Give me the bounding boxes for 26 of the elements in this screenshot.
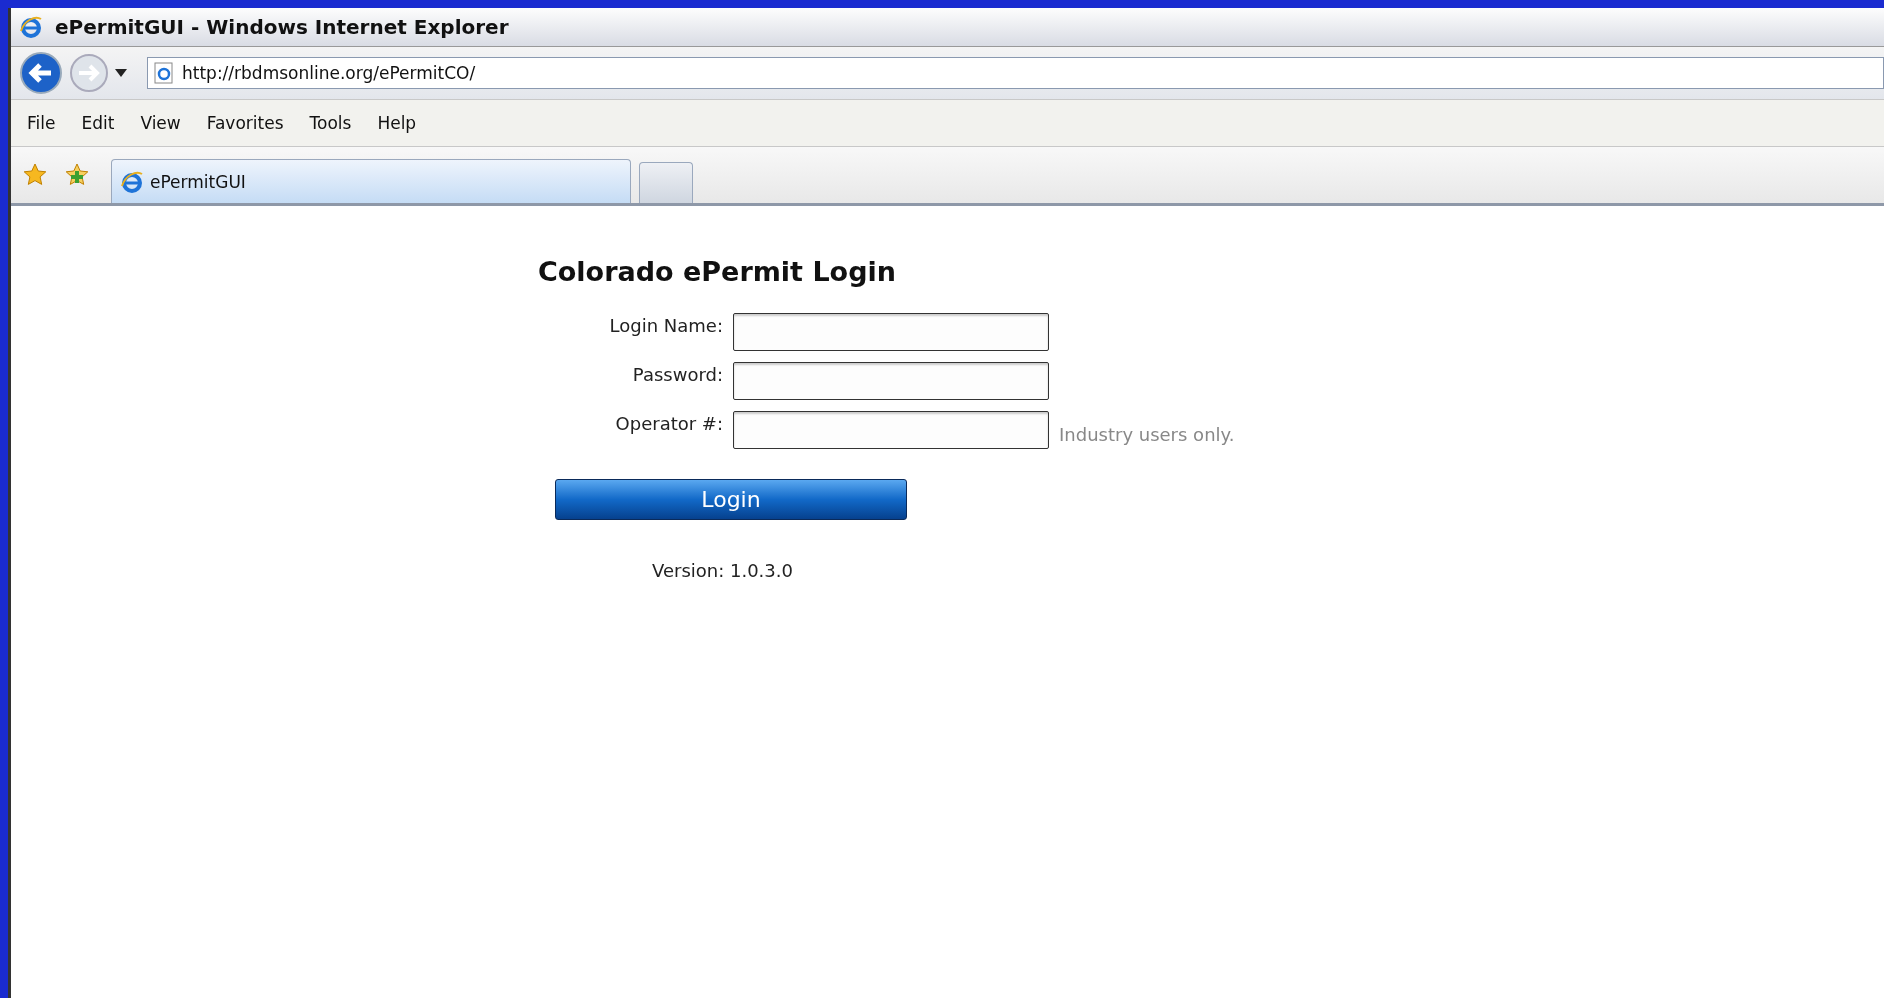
input-field[interactable] bbox=[733, 313, 1049, 351]
address-field[interactable]: http://rbdmsonline.org/ePermitCO/ bbox=[147, 57, 1884, 89]
menu-item[interactable]: Favorites bbox=[206, 113, 284, 133]
window-title: ePermitGUI - Windows Internet Explorer bbox=[55, 15, 509, 39]
login-button[interactable]: Login bbox=[555, 479, 907, 520]
menu-item[interactable]: View bbox=[140, 113, 181, 133]
menu-item[interactable]: Tools bbox=[309, 113, 352, 133]
back-icon[interactable] bbox=[19, 51, 63, 95]
dropdown-caret-icon[interactable] bbox=[115, 69, 127, 77]
hint-text: Industry users only. bbox=[1059, 423, 1236, 445]
star-icon[interactable] bbox=[23, 163, 47, 187]
field-label: Password: bbox=[631, 363, 723, 385]
menu-item[interactable]: File bbox=[27, 113, 56, 133]
input-field[interactable] bbox=[733, 362, 1049, 400]
browser-logo-icon bbox=[120, 169, 144, 194]
page-icon bbox=[154, 62, 174, 84]
menu-item[interactable]: Edit bbox=[81, 113, 115, 133]
add-favorite-icon[interactable] bbox=[65, 163, 89, 187]
browser-tab[interactable]: ePermitGUI bbox=[111, 159, 631, 203]
field-label: Login Name: bbox=[608, 314, 723, 336]
browser-logo-icon bbox=[19, 15, 43, 39]
form-title: Colorado ePermit Login bbox=[538, 256, 897, 287]
input-field[interactable] bbox=[733, 411, 1049, 449]
field-label: Operator #: bbox=[614, 412, 723, 434]
version-text: Version: 1.0.3.0 bbox=[652, 560, 794, 581]
menu-item[interactable]: Help bbox=[377, 113, 417, 133]
